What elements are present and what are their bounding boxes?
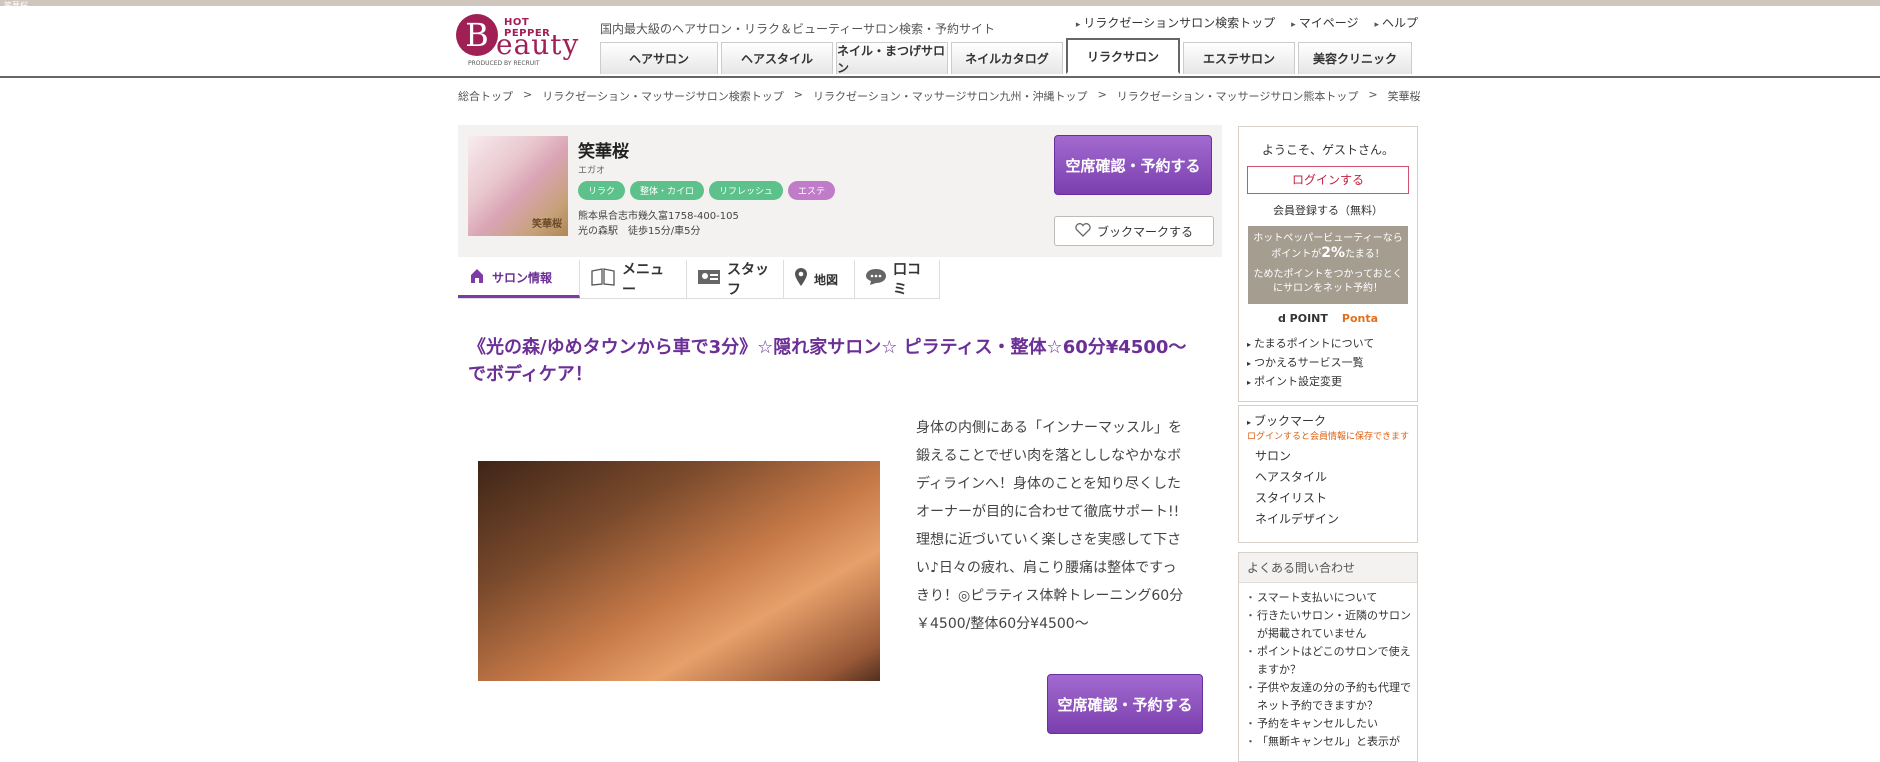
point-line: ポイントが2%たまる！ [1248, 246, 1408, 262]
ponta-logo: Ponta [1341, 312, 1379, 325]
staff-card-icon [697, 268, 721, 290]
tab-staff[interactable]: スタッフ [687, 260, 784, 298]
logo-produced-by: PRODUCED BY RECRUIT [468, 60, 540, 67]
breadcrumb-item[interactable]: 総合トップ [458, 88, 513, 104]
tab-map[interactable]: 地図 [784, 260, 855, 298]
salon-description: 身体の内側にある「インナーマッスル」を鍛えることでぜい肉を落とししなやかなボディ… [916, 420, 1184, 632]
breadcrumb-item[interactable]: リラクゼーション・マッサージサロン検索トップ [542, 88, 784, 104]
nav-hair-salon[interactable]: ヘアサロン [600, 42, 718, 74]
nav-esthe-salon[interactable]: エステサロン [1183, 42, 1295, 74]
nav-hair-style[interactable]: ヘアスタイル [721, 42, 833, 74]
logo-b: B [456, 14, 498, 56]
breadcrumb-item[interactable]: リラクゼーション・マッサージサロン熊本トップ [1117, 88, 1359, 104]
nav-beauty-clinic[interactable]: 美容クリニック [1298, 42, 1412, 74]
bookmark-button[interactable]: ブックマークする [1054, 216, 1214, 246]
reserve-button[interactable]: 空席確認・予約する [1054, 135, 1212, 195]
salon-tags: リラク 整体・カイロ リフレッシュ エステ [578, 181, 836, 200]
tab-label: 地図 [814, 272, 839, 287]
thumb-caption: 笑華桜 [532, 219, 562, 230]
bookmark-label: ブックマークする [1096, 224, 1193, 239]
bookmark-note: ログインすると会員情報に保存できます [1247, 432, 1410, 442]
point-line: ためたポイントをつかっておとく [1253, 269, 1403, 280]
faq-link[interactable]: ポイントはどこのサロンで使えますか？ [1245, 643, 1417, 679]
point-percent: 2% [1321, 245, 1346, 261]
global-nav: ヘアサロン ヘアスタイル ネイル・まつげサロン ネイルカタログ リラクサロン エ… [600, 38, 1412, 75]
site-tagline: 国内最大級のヘアサロン・リラク＆ビューティーサロン検索・予約サイト [600, 22, 996, 36]
faq-link[interactable]: 予約をキャンセルしたい [1245, 715, 1417, 733]
bookmark-title[interactable]: ブックマーク [1247, 412, 1417, 429]
bookmark-panel: ブックマーク ログインすると会員情報に保存できます サロン ヘアスタイル スタイ… [1238, 405, 1418, 543]
breadcrumb-item[interactable]: リラクゼーション・マッサージサロン九州・沖縄トップ [813, 88, 1088, 104]
login-button[interactable]: ログインする [1247, 166, 1409, 194]
welcome-panel: ようこそ、ゲストさん。 ログインする 会員登録する（無料） ホットペッパービュー… [1238, 126, 1418, 402]
salon-thumbnail: 笑華桜 [468, 136, 568, 236]
map-pin-icon [794, 267, 808, 291]
tab-label: 口コミ [893, 262, 921, 298]
link-mypage[interactable]: マイページ [1291, 14, 1359, 31]
signup-link[interactable]: 会員登録する（無料） [1239, 202, 1417, 218]
breadcrumb: 総合トップ > リラクゼーション・マッサージサロン検索トップ > リラクゼーション・… [458, 88, 1421, 104]
tab-reviews[interactable]: 口コミ [855, 260, 940, 298]
chat-bubble-icon [865, 268, 887, 290]
heart-icon [1075, 222, 1091, 240]
point-links: たまるポイントについて つかえるサービス一覧 ポイント設定変更 [1247, 335, 1417, 392]
faq-link[interactable]: 「無断キャンセル」と表示が [1245, 733, 1417, 751]
home-icon [468, 267, 486, 289]
bookmark-link[interactable]: ネイルデザイン [1255, 509, 1417, 530]
point-text: ポイントが [1271, 249, 1322, 260]
point-line: ホットペッパービューティーなら [1253, 233, 1403, 244]
book-icon [590, 268, 616, 290]
tab-label: メニュー [622, 262, 664, 298]
tag-refresh: リフレッシュ [709, 181, 784, 200]
tab-label: スタッフ [727, 262, 769, 298]
salon-interior-photo [472, 455, 886, 687]
faq-link[interactable]: スマート支払いについて [1245, 589, 1417, 607]
salon-header: 笑華桜 笑華桜 エガオ リラク 整体・カイロ リフレッシュ エステ 熊本県合志市… [458, 125, 1222, 257]
faq-link[interactable]: 子供や友達の分の予約も代理でネット予約できますか？ [1245, 679, 1417, 715]
salon-address-block: 熊本県合志市幾久富1758-400-105 光の森駅 徒歩15分/車5分 [578, 209, 739, 239]
tag-esthe: エステ [788, 181, 836, 200]
breadcrumb-current: 笑華桜 [1387, 90, 1421, 103]
salon-access: 光の森駅 徒歩15分/車5分 [578, 226, 701, 237]
faq-link[interactable]: 行きたいサロン・近隣のサロンが掲載されていません [1245, 607, 1417, 643]
faq-title: よくある問い合わせ [1239, 553, 1417, 583]
nav-relax-salon[interactable]: リラクサロン [1066, 38, 1180, 74]
salon-address: 熊本県合志市幾久富1758-400-105 [578, 211, 739, 222]
reserve-button-bottom[interactable]: 空席確認・予約する [1047, 674, 1203, 734]
point-logos: d POINT Ponta [1239, 312, 1417, 325]
point-link[interactable]: たまるポイントについて [1247, 335, 1417, 354]
faq-links: スマート支払いについて 行きたいサロン・近隣のサロンが掲載されていません ポイン… [1245, 589, 1417, 751]
catch-copy: 《光の森/ゆめタウンから車で3分》☆隠れ家サロン☆ ピラティス・整体☆60分¥4… [468, 337, 1187, 385]
link-relax-top[interactable]: リラクゼーションサロン検索トップ [1076, 14, 1275, 31]
tab-label: サロン情報 [492, 271, 553, 285]
bookmark-link[interactable]: ヘアスタイル [1255, 467, 1417, 488]
point-link[interactable]: ポイント設定変更 [1247, 373, 1417, 392]
salon-name: 笑華桜 [578, 142, 629, 162]
nav-nail-eyelash[interactable]: ネイル・まつげサロン [836, 42, 948, 75]
link-help[interactable]: ヘルプ [1374, 14, 1418, 31]
welcome-text: ようこそ、ゲストさん。 [1261, 143, 1394, 157]
point-line: にサロンをネット予約！ [1273, 283, 1383, 294]
tag-seitai: 整体・カイロ [630, 181, 705, 200]
top-links: リラクゼーションサロン検索トップ マイページ ヘルプ [1076, 14, 1418, 31]
point-banner[interactable]: ホットペッパービューティーなら ポイントが2%たまる！ ためたポイントをつかって… [1248, 226, 1408, 304]
bookmark-links: サロン ヘアスタイル スタイリスト ネイルデザイン [1255, 446, 1417, 530]
tab-menu[interactable]: メニュー [580, 260, 687, 298]
site-logo[interactable]: B HOT PEPPER eauty PRODUCED BY RECRUIT [456, 14, 578, 72]
point-text: たまる！ [1345, 249, 1385, 260]
faq-panel: よくある問い合わせ スマート支払いについて 行きたいサロン・近隣のサロンが掲載さ… [1238, 552, 1418, 762]
nav-nail-catalog[interactable]: ネイルカタログ [951, 42, 1063, 74]
tag-relax: リラク [578, 181, 626, 200]
salon-kana: エガオ [578, 166, 606, 176]
salon-subtabs: サロン情報 メニュー スタッフ 地図 口コミ [458, 260, 940, 299]
logo-beauty: eauty [496, 28, 580, 61]
point-link[interactable]: つかえるサービス一覧 [1247, 354, 1417, 373]
bookmark-link[interactable]: サロン [1255, 446, 1417, 467]
dpoint-logo: d POINT [1277, 312, 1328, 325]
tab-salon-info[interactable]: サロン情報 [458, 260, 580, 298]
bookmark-link[interactable]: スタイリスト [1255, 488, 1417, 509]
